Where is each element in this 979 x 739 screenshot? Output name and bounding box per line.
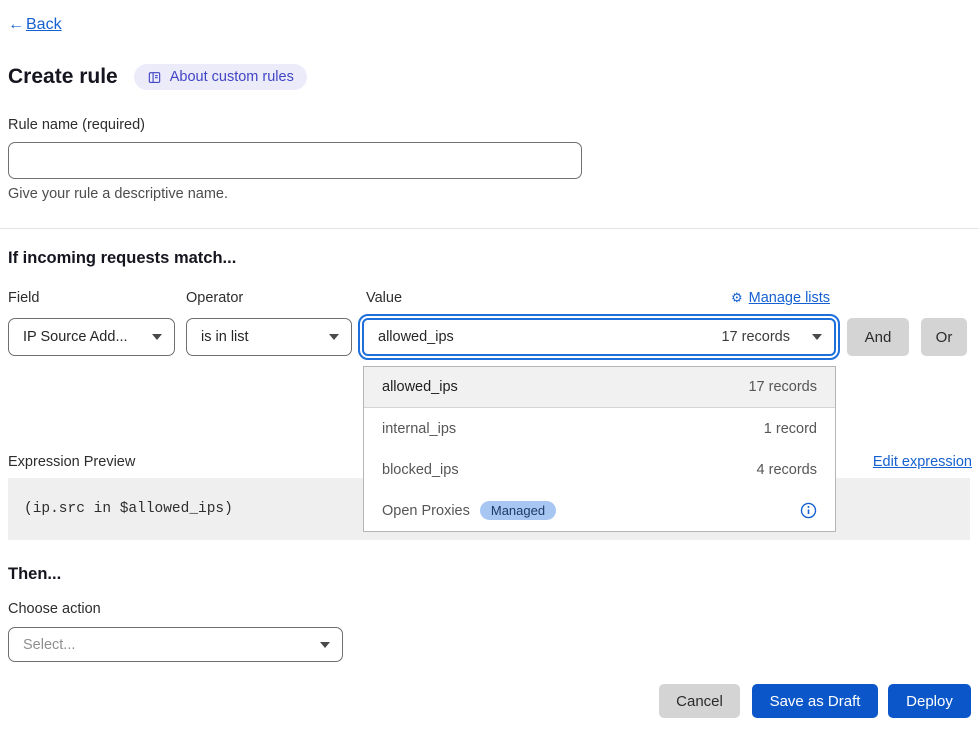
list-option-allowed-ips[interactable]: allowed_ips 17 records	[364, 367, 835, 408]
match-section-heading: If incoming requests match...	[8, 249, 236, 268]
value-select-focus-ring: allowed_ips 17 records	[358, 314, 840, 360]
managed-badge: Managed	[480, 501, 556, 520]
action-select[interactable]: Select...	[8, 627, 343, 662]
list-option-internal-ips[interactable]: internal_ips 1 record	[364, 408, 835, 449]
list-option-name: internal_ips	[382, 421, 456, 437]
back-link-label: Back	[26, 16, 62, 33]
section-divider	[0, 228, 979, 229]
value-dropdown-panel: allowed_ips 17 records internal_ips 1 re…	[363, 366, 836, 532]
list-option-records: 1 record	[764, 421, 817, 437]
chevron-down-icon	[812, 334, 822, 340]
list-option-records: 17 records	[748, 379, 817, 395]
manage-lists-label: Manage lists	[749, 290, 830, 306]
then-section-heading: Then...	[8, 565, 61, 584]
chevron-down-icon	[329, 334, 339, 340]
book-icon	[147, 70, 162, 85]
or-button[interactable]: Or	[921, 318, 967, 356]
list-option-open-proxies[interactable]: Open Proxies Managed	[364, 490, 835, 531]
about-badge-label: About custom rules	[170, 69, 294, 85]
title-row: Create rule About custom rules	[8, 64, 307, 90]
deploy-button[interactable]: Deploy	[888, 684, 971, 718]
back-link[interactable]: ←Back	[8, 16, 62, 34]
field-select[interactable]: IP Source Add...	[8, 318, 175, 356]
operator-label: Operator	[186, 290, 243, 306]
value-label: Value	[366, 290, 402, 306]
expression-code: (ip.src in $allowed_ips)	[24, 501, 233, 517]
list-option-records: 4 records	[757, 462, 817, 478]
rule-name-input[interactable]	[8, 142, 582, 179]
list-option-name: blocked_ips	[382, 462, 459, 478]
rule-name-label: Rule name (required)	[8, 117, 145, 133]
and-button[interactable]: And	[847, 318, 909, 356]
back-arrow-icon: ←	[8, 16, 24, 33]
cancel-button[interactable]: Cancel	[659, 684, 740, 718]
operator-select[interactable]: is in list	[186, 318, 352, 356]
value-select-value: allowed_ips	[378, 329, 454, 345]
list-option-name: allowed_ips	[382, 379, 458, 395]
operator-select-value: is in list	[201, 329, 249, 345]
manage-lists-link[interactable]: ⚙ Manage lists	[731, 290, 830, 306]
chevron-down-icon	[152, 334, 162, 340]
list-option-blocked-ips[interactable]: blocked_ips 4 records	[364, 449, 835, 490]
chevron-down-icon	[320, 642, 330, 648]
choose-action-label: Choose action	[8, 601, 101, 617]
value-select[interactable]: allowed_ips 17 records	[362, 318, 836, 356]
field-label: Field	[8, 290, 39, 306]
value-select-records: 17 records	[721, 329, 790, 345]
edit-expression-link[interactable]: Edit expression	[873, 454, 972, 470]
save-as-draft-button[interactable]: Save as Draft	[752, 684, 878, 718]
expression-preview-label: Expression Preview	[8, 454, 135, 470]
field-select-value: IP Source Add...	[23, 329, 128, 345]
list-option-name: Open Proxies	[382, 503, 470, 519]
action-select-placeholder: Select...	[23, 637, 75, 653]
about-custom-rules-link[interactable]: About custom rules	[134, 64, 307, 90]
info-icon[interactable]	[800, 502, 817, 519]
create-rule-page: ←Back Create rule About custom rules Rul…	[0, 0, 979, 739]
rule-name-helper: Give your rule a descriptive name.	[8, 186, 228, 202]
gear-icon: ⚙	[731, 290, 743, 306]
page-title: Create rule	[8, 65, 118, 89]
